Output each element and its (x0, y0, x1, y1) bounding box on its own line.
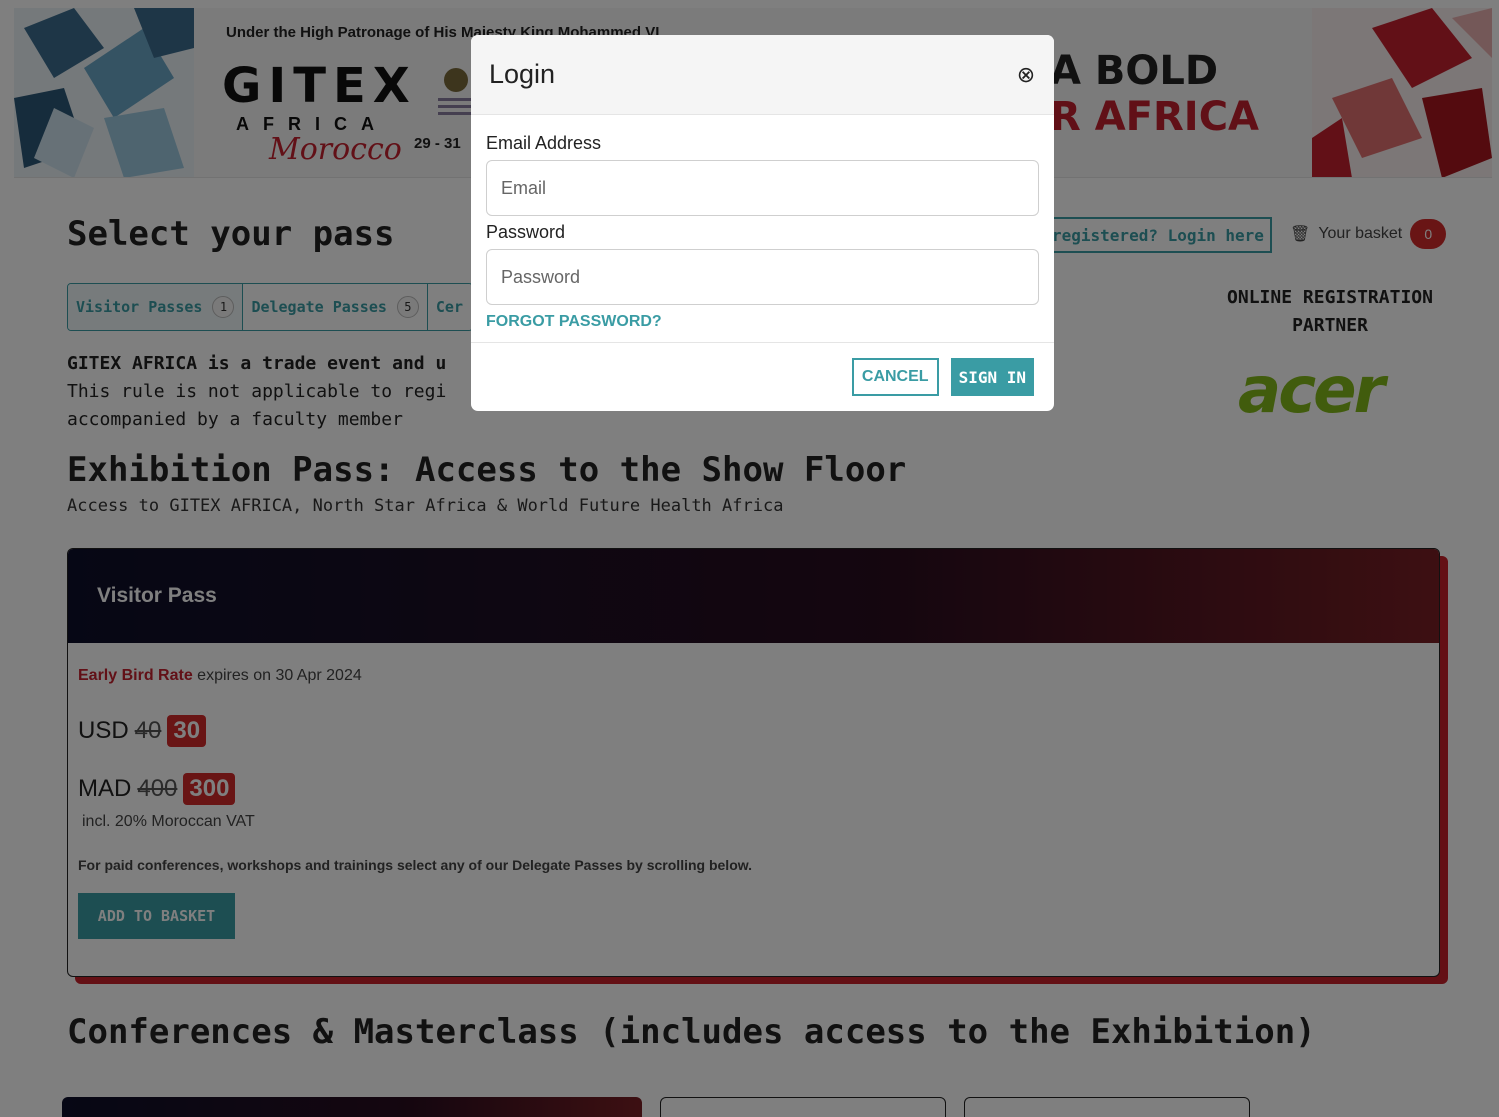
cancel-button[interactable]: CANCEL (851, 358, 939, 396)
password-field[interactable] (486, 249, 1039, 305)
modal-title: Login (489, 59, 556, 89)
forgot-password-link[interactable]: FORGOT PASSWORD? (486, 313, 662, 331)
close-circle-icon[interactable]: ⊗ (1014, 62, 1038, 87)
modal-header: Login ⊗ (471, 35, 1054, 115)
login-modal: Login ⊗ Email Address Password FORGOT PA… (471, 35, 1054, 411)
sign-in-button[interactable]: SIGN IN (950, 358, 1034, 396)
email-label: Email Address (486, 133, 602, 153)
modal-footer: CANCEL SIGN IN (471, 342, 1054, 411)
password-label: Password (486, 222, 566, 242)
modal-body: Email Address Password FORGOT PASSWORD? (471, 115, 1054, 331)
email-field[interactable] (486, 160, 1039, 216)
